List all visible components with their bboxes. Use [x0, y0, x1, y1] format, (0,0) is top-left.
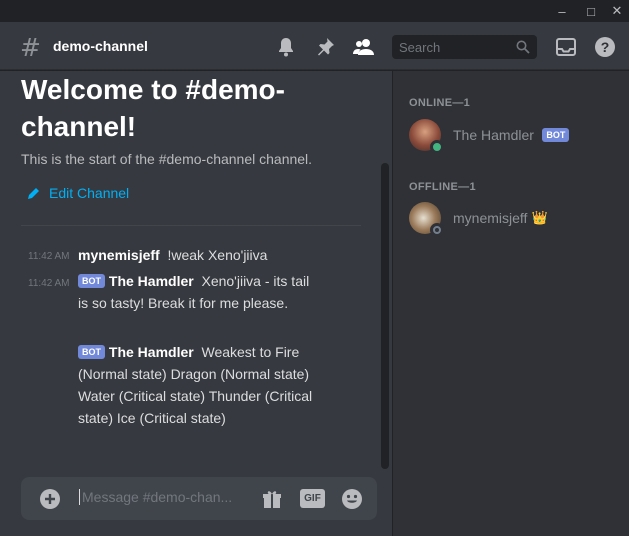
- add-attachment-icon[interactable]: [39, 488, 61, 515]
- help-icon[interactable]: ?: [593, 35, 617, 59]
- divider: [21, 225, 361, 226]
- gif-button[interactable]: GIF: [300, 489, 325, 508]
- channel-title: demo-channel: [53, 38, 148, 54]
- offline-section-title: OFFLINE—1: [409, 181, 476, 193]
- message: mynemisjeff !weak Xeno'jiiva: [78, 244, 378, 266]
- avatar: [409, 119, 444, 154]
- avatar: [409, 202, 444, 237]
- window-titlebar: – □ ✕: [0, 0, 629, 22]
- message: BOT The Hamdler Xeno'jiiva - its tail is…: [78, 270, 318, 314]
- maximize-button[interactable]: □: [579, 0, 603, 22]
- message-author[interactable]: mynemisjeff: [78, 247, 160, 263]
- message: BOT The Hamdler Weakest to Fire (Normal …: [78, 341, 318, 429]
- search-placeholder: Search: [399, 40, 441, 55]
- member-name: The Hamdler: [453, 127, 534, 143]
- svg-text:?: ?: [601, 39, 610, 55]
- minimize-button[interactable]: –: [550, 0, 574, 22]
- emoji-icon[interactable]: [341, 488, 363, 515]
- chat-scrollbar[interactable]: [381, 163, 389, 469]
- hash-icon: #: [20, 33, 41, 62]
- bot-badge: BOT: [78, 345, 105, 359]
- message-author[interactable]: The Hamdler: [109, 344, 194, 360]
- message-text: !weak Xeno'jiiva: [167, 247, 268, 263]
- online-section-title: ONLINE—1: [409, 97, 471, 109]
- message-timestamp: 11:42 AM: [28, 278, 70, 289]
- members-icon[interactable]: [352, 35, 376, 59]
- member-name: mynemisjeff: [453, 210, 528, 226]
- channel-header: # demo-channel Search ?: [0, 22, 629, 70]
- chat-area: Welcome to #demo-channel! This is the st…: [0, 71, 392, 536]
- bell-icon[interactable]: [274, 35, 298, 59]
- pin-icon[interactable]: [313, 35, 337, 59]
- welcome-title: Welcome to #demo-channel!: [21, 74, 285, 142]
- message-timestamp: 11:42 AM: [28, 251, 70, 262]
- search-input[interactable]: Search: [392, 35, 537, 59]
- inbox-icon[interactable]: [554, 35, 578, 59]
- bot-badge: BOT: [542, 128, 570, 142]
- edit-channel-label: Edit Channel: [49, 185, 130, 201]
- message-author[interactable]: The Hamdler: [109, 273, 194, 289]
- message-composer: GIF: [21, 477, 377, 520]
- gift-icon[interactable]: [261, 488, 283, 515]
- member-item[interactable]: mynemisjeff 👑: [409, 200, 548, 237]
- member-item[interactable]: The Hamdler BOT: [409, 117, 570, 154]
- member-list: ONLINE—1 The Hamdler BOT OFFLINE—1 mynem…: [393, 71, 629, 536]
- crown-icon: 👑: [531, 210, 548, 225]
- pencil-icon: [28, 188, 39, 199]
- bot-badge: BOT: [78, 274, 105, 288]
- message-input[interactable]: [79, 489, 249, 505]
- welcome-subtitle: This is the start of the #demo-channel c…: [21, 151, 313, 167]
- close-button[interactable]: ✕: [605, 0, 629, 22]
- edit-channel-link[interactable]: Edit Channel: [27, 183, 129, 203]
- status-online-icon: [430, 140, 444, 154]
- status-offline-icon: [430, 223, 444, 237]
- search-icon: [516, 40, 530, 54]
